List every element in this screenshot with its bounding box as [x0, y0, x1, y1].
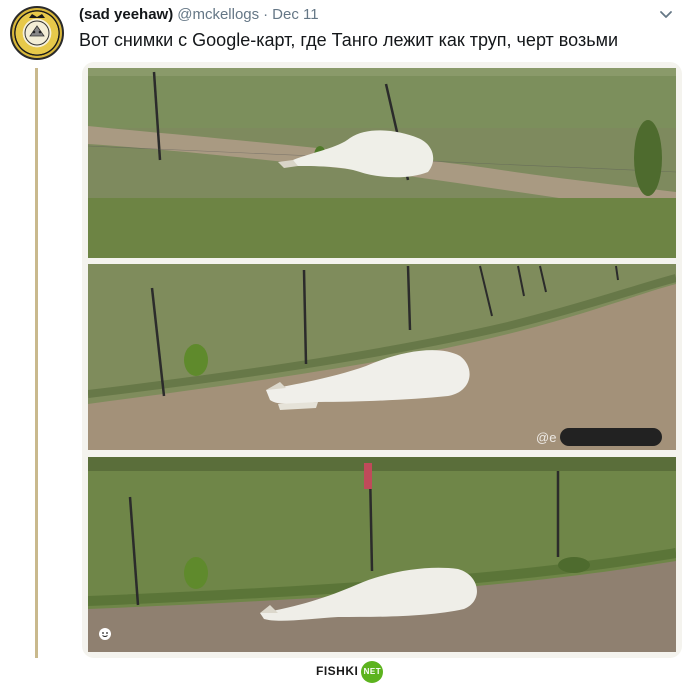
- watermark-handle: @e: [536, 430, 557, 445]
- llama-photo-1: [88, 68, 676, 258]
- photo-1[interactable]: [88, 68, 676, 258]
- llama-photo-2: [88, 264, 676, 450]
- tweet-header: (sad yeehaw) @mckellogs · Dec 11: [79, 6, 319, 23]
- tweet: (sad yeehaw) @mckellogs · Dec 11 Вот снимки…: [0, 0, 688, 690]
- user-handle[interactable]: @mckellogs: [177, 6, 259, 23]
- thread-line: [35, 68, 38, 658]
- smiley-icon: [99, 628, 111, 640]
- fishki-logo: FISHKI NET: [316, 661, 384, 683]
- photo-3[interactable]: [88, 457, 676, 652]
- redaction-bar: [560, 428, 662, 446]
- display-name[interactable]: (sad yeehaw): [79, 6, 173, 23]
- avatar[interactable]: [10, 6, 64, 60]
- tweet-date[interactable]: Dec 11: [272, 6, 318, 23]
- separator-dot: ·: [263, 6, 269, 23]
- chevron-down-icon[interactable]: [658, 6, 674, 22]
- tweet-text: Вот снимки с Google-карт, где Танго лежи…: [79, 30, 619, 50]
- trash-queen-badge-icon: [24, 14, 50, 46]
- fishki-logo-text: FISHKI: [316, 664, 359, 679]
- llama-photo-3: [88, 457, 676, 652]
- net-badge: NET: [361, 661, 384, 683]
- photo-2[interactable]: @e: [88, 264, 676, 450]
- tweet-media[interactable]: @e: [82, 62, 682, 658]
